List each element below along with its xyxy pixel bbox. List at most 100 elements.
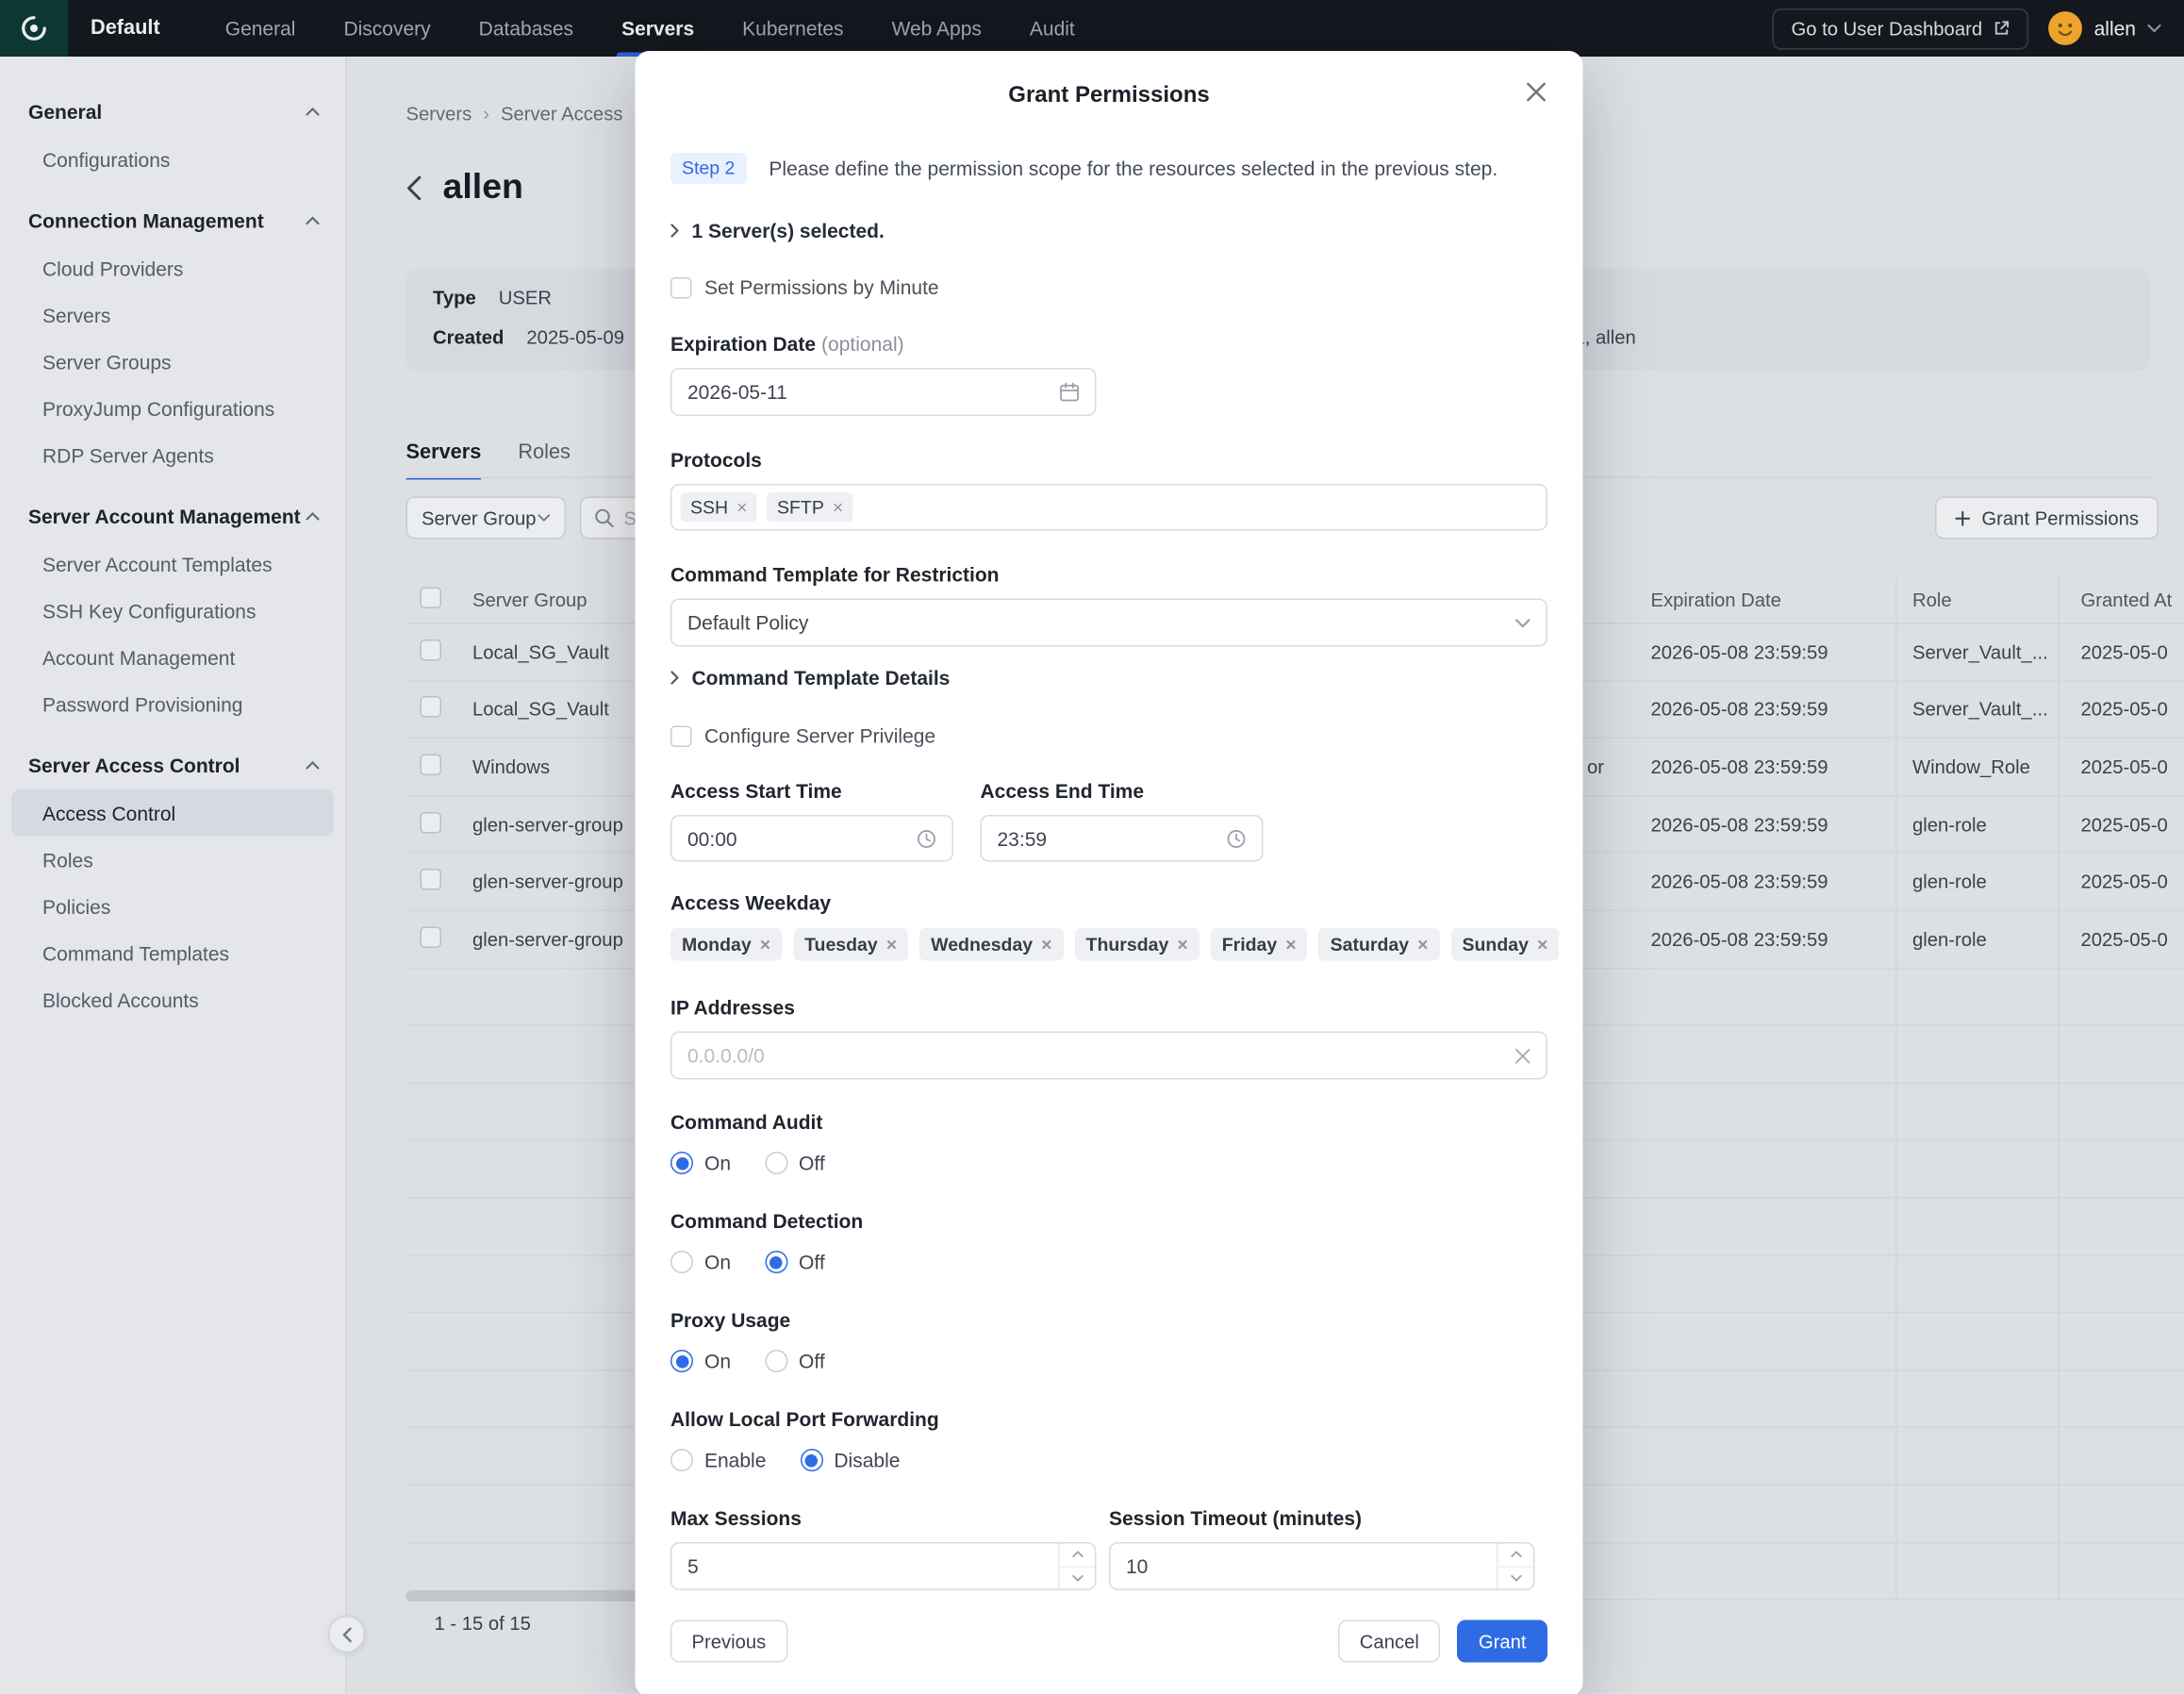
max-sessions-label: Max Sessions — [670, 1507, 1109, 1532]
remove-tag-icon[interactable]: × — [1177, 936, 1187, 955]
remove-tag-icon[interactable]: × — [833, 498, 843, 517]
radio-icon — [670, 1449, 693, 1471]
proxy-usage-radio-group: On Off — [670, 1349, 1547, 1374]
stepper-up-icon[interactable] — [1060, 1544, 1096, 1566]
ip-addresses-input[interactable] — [670, 1032, 1547, 1080]
stepper-down-icon[interactable] — [1060, 1566, 1096, 1589]
protocol-tag-sftp: SFTP × — [767, 492, 852, 523]
port-forwarding-enable-option[interactable]: Enable — [670, 1449, 766, 1471]
session-timeout-value: 10 — [1126, 1555, 1148, 1578]
app-viewport: Default General Discovery Databases Serv… — [0, 0, 2184, 1694]
proxy-usage-off-option[interactable]: Off — [765, 1350, 825, 1372]
ip-addresses-field[interactable] — [687, 1044, 1515, 1067]
command-audit-radio-group: On Off — [670, 1151, 1547, 1176]
weekday-tag-friday: Friday × — [1211, 928, 1308, 961]
close-icon[interactable] — [1527, 82, 1547, 102]
remove-tag-icon[interactable]: × — [1537, 936, 1547, 955]
grant-permissions-modal: Grant Permissions Step 2 Please define t… — [636, 51, 1583, 1694]
servers-selected-label: 1 Server(s) selected. — [692, 220, 885, 242]
set-permissions-by-minute-row[interactable]: Set Permissions by Minute — [670, 274, 1547, 300]
weekday-tag-sunday: Sunday × — [1450, 928, 1559, 961]
access-end-time-value: 23:59 — [998, 827, 1048, 850]
command-template-select[interactable]: Default Policy — [670, 599, 1547, 647]
max-sessions-input[interactable]: 5 — [670, 1542, 1097, 1590]
number-stepper — [1497, 1544, 1533, 1589]
command-audit-label: Command Audit — [670, 1111, 1547, 1136]
step-badge: Step 2 — [670, 153, 746, 184]
step-description: Please define the permission scope for t… — [769, 158, 1497, 180]
access-weekday-label: Access Weekday — [670, 891, 1547, 916]
access-end-time-input[interactable]: 23:59 — [981, 815, 1264, 862]
clear-icon[interactable] — [1515, 1048, 1531, 1064]
session-timeout-input[interactable]: 10 — [1109, 1542, 1535, 1590]
access-time-row: Access Start Time 00:00 Access End Time … — [670, 780, 1547, 862]
remove-tag-icon[interactable]: × — [1417, 936, 1428, 955]
number-stepper — [1058, 1544, 1095, 1589]
optional-hint: (optional) — [821, 333, 904, 356]
expiration-date-input[interactable]: 2026-05-11 — [670, 368, 1097, 416]
weekday-tag-monday: Monday × — [670, 928, 782, 961]
proxy-usage-label: Proxy Usage — [670, 1309, 1547, 1334]
stepper-up-icon[interactable] — [1498, 1544, 1534, 1566]
tag-label: Friday — [1222, 934, 1278, 955]
radio-icon — [765, 1350, 787, 1372]
remove-tag-icon[interactable]: × — [736, 498, 747, 517]
tag-label: Wednesday — [931, 934, 1033, 955]
label-text: Expiration Date — [670, 333, 816, 356]
remove-tag-icon[interactable]: × — [760, 936, 770, 955]
configure-server-privilege-row[interactable]: Configure Server Privilege — [670, 723, 1547, 749]
weekday-tag-tuesday: Tuesday× — [793, 928, 908, 961]
radio-icon — [765, 1251, 787, 1273]
app-stage: Default General Discovery Databases Serv… — [0, 0, 2184, 1694]
chevron-right-icon — [670, 671, 679, 685]
command-detection-radio-group: On Off — [670, 1250, 1547, 1275]
cancel-button[interactable]: Cancel — [1338, 1620, 1440, 1663]
session-timeout-label: Session Timeout (minutes) — [1109, 1507, 1547, 1532]
tag-label: Monday — [682, 934, 752, 955]
command-detection-off-option[interactable]: Off — [765, 1251, 825, 1273]
remove-tag-icon[interactable]: × — [1041, 936, 1051, 955]
remove-tag-icon[interactable]: × — [886, 936, 897, 955]
weekday-tag-wednesday: Wednesday × — [919, 928, 1063, 961]
configure-server-privilege-label: Configure Server Privilege — [704, 724, 935, 747]
configure-server-privilege-checkbox[interactable] — [670, 725, 692, 747]
set-permissions-by-minute-checkbox[interactable] — [670, 276, 692, 298]
chevron-right-icon — [670, 224, 679, 238]
session-settings-row: Max Sessions 5 Session Timeout (minutes)… — [670, 1507, 1547, 1591]
radio-icon — [765, 1152, 787, 1174]
servers-selected-collapsible[interactable]: 1 Server(s) selected. — [670, 217, 1547, 245]
max-sessions-value: 5 — [687, 1555, 699, 1578]
calendar-icon[interactable] — [1060, 382, 1080, 402]
tag-label: SFTP — [777, 497, 824, 519]
port-forwarding-disable-option[interactable]: Disable — [800, 1449, 900, 1471]
access-end-time-label: Access End Time — [981, 780, 1291, 805]
allow-local-port-forwarding-label: Allow Local Port Forwarding — [670, 1408, 1547, 1433]
command-template-details-collapsible[interactable]: Command Template Details — [670, 664, 1547, 692]
radio-label: Off — [799, 1350, 825, 1372]
clock-icon — [917, 828, 936, 848]
port-forwarding-radio-group: Enable Disable — [670, 1448, 1547, 1473]
chevron-down-icon — [1515, 618, 1531, 628]
radio-icon — [800, 1449, 822, 1471]
command-audit-on-option[interactable]: On — [670, 1152, 731, 1174]
radio-icon — [670, 1350, 693, 1372]
command-audit-off-option[interactable]: Off — [765, 1152, 825, 1174]
protocols-input[interactable]: SSH × SFTP × — [670, 484, 1547, 531]
weekday-tag-thursday: Thursday× — [1075, 928, 1200, 961]
set-permissions-by-minute-label: Set Permissions by Minute — [704, 276, 939, 299]
previous-button[interactable]: Previous — [670, 1620, 787, 1663]
remove-tag-icon[interactable]: × — [1285, 936, 1296, 955]
step-indicator-row: Step 2 Please define the permission scop… — [670, 153, 1547, 184]
expiration-date-label: Expiration Date(optional) — [670, 333, 1547, 357]
radio-icon — [670, 1152, 693, 1174]
command-template-value: Default Policy — [687, 611, 808, 634]
grant-button[interactable]: Grant — [1457, 1620, 1547, 1663]
radio-label: On — [704, 1350, 731, 1372]
tag-label: Sunday — [1462, 934, 1528, 955]
stepper-down-icon[interactable] — [1498, 1566, 1534, 1589]
command-detection-on-option[interactable]: On — [670, 1251, 731, 1273]
proxy-usage-on-option[interactable]: On — [670, 1350, 731, 1372]
access-start-time-input[interactable]: 00:00 — [670, 815, 953, 862]
radio-label: On — [704, 1251, 731, 1273]
protocols-label: Protocols — [670, 449, 1547, 473]
